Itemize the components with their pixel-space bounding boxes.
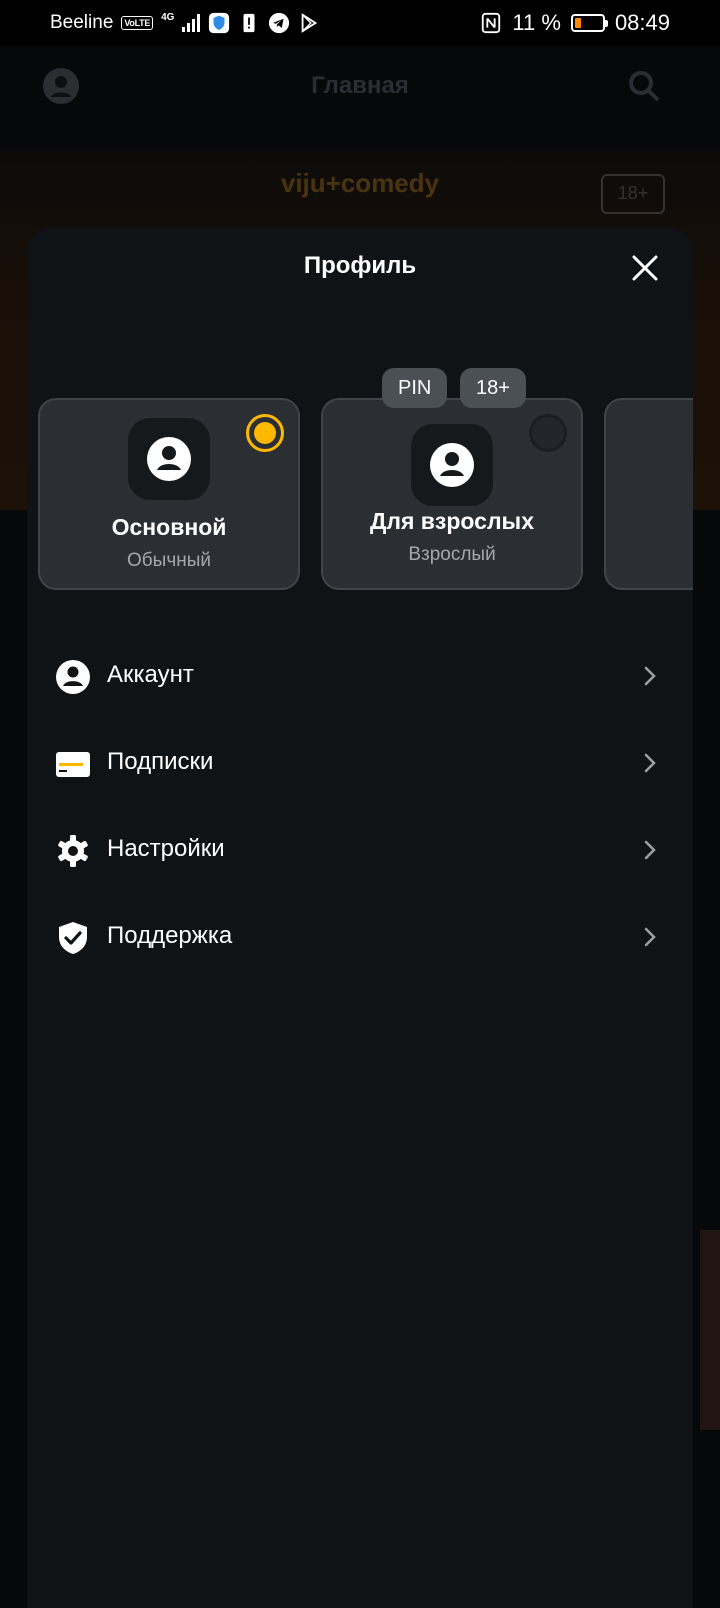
close-icon[interactable] xyxy=(627,250,663,286)
gear-icon xyxy=(58,835,88,867)
pin-chip: PIN xyxy=(382,368,448,408)
profile-card-main[interactable]: Основной Обычный xyxy=(38,398,300,590)
profile-type: Взрослый xyxy=(408,544,496,565)
sheet-title: Профиль xyxy=(303,252,417,279)
profile-card-adult[interactable]: Для взрослых Взрослый xyxy=(321,398,583,590)
alert-icon xyxy=(243,13,255,33)
user-icon xyxy=(147,437,191,481)
profile-unselected-radio[interactable] xyxy=(529,414,567,452)
telegram-icon xyxy=(269,12,290,34)
menu-label: Подписки xyxy=(107,748,214,775)
profiles-carousel: Основной Обычный Для взрослых Взрослый P… xyxy=(27,368,693,608)
background-thumbnail xyxy=(700,1230,720,1430)
profile-avatar xyxy=(411,424,493,506)
profile-name: Для взрослых xyxy=(369,508,534,534)
nfc-icon xyxy=(482,12,501,34)
background-header: Главная xyxy=(0,46,720,126)
profile-menu: Аккаунт Подписки Настройки Поддержка xyxy=(27,633,693,981)
signal-icon xyxy=(182,14,201,32)
shield-app-icon xyxy=(209,12,230,34)
age-badge: 18+ xyxy=(601,174,665,214)
account-icon xyxy=(56,660,90,694)
profile-sheet: Профиль Основной Обычный Для взрослых Вз… xyxy=(27,228,693,1608)
carrier-label: Beeline xyxy=(50,12,114,33)
chevron-right-icon xyxy=(644,753,656,773)
clock: 08:49 xyxy=(614,10,670,35)
network-type-label: 4G xyxy=(161,12,175,23)
profile-card-add[interactable] xyxy=(604,398,693,590)
play-store-icon xyxy=(302,13,318,33)
profile-selected-radio[interactable] xyxy=(246,414,284,452)
menu-label: Настройки xyxy=(107,835,225,862)
chevron-right-icon xyxy=(644,840,656,860)
menu-item-account[interactable]: Аккаунт xyxy=(27,633,693,720)
user-icon xyxy=(430,443,474,487)
menu-item-settings[interactable]: Настройки xyxy=(27,807,693,894)
chevron-right-icon xyxy=(644,927,656,947)
profile-type: Обычный xyxy=(127,550,211,571)
search-icon xyxy=(629,71,660,102)
volte-icon: VoLTE xyxy=(121,16,154,30)
profile-avatar xyxy=(128,418,210,500)
battery-percent: 11 % xyxy=(512,10,561,35)
age-chip: 18+ xyxy=(460,368,526,408)
card-icon xyxy=(56,752,90,777)
menu-item-subscriptions[interactable]: Подписки xyxy=(27,720,693,807)
battery-icon xyxy=(570,14,608,32)
background-page-title: Главная xyxy=(311,72,409,99)
shield-check-icon xyxy=(59,922,87,954)
menu-label: Поддержка xyxy=(107,922,233,949)
menu-label: Аккаунт xyxy=(107,661,194,688)
menu-item-support[interactable]: Поддержка xyxy=(27,894,693,981)
profile-name: Основной xyxy=(111,514,227,540)
chevron-right-icon xyxy=(644,666,656,686)
status-bar: Beeline VoLTE 4G 11 % 08:49 xyxy=(0,0,720,46)
